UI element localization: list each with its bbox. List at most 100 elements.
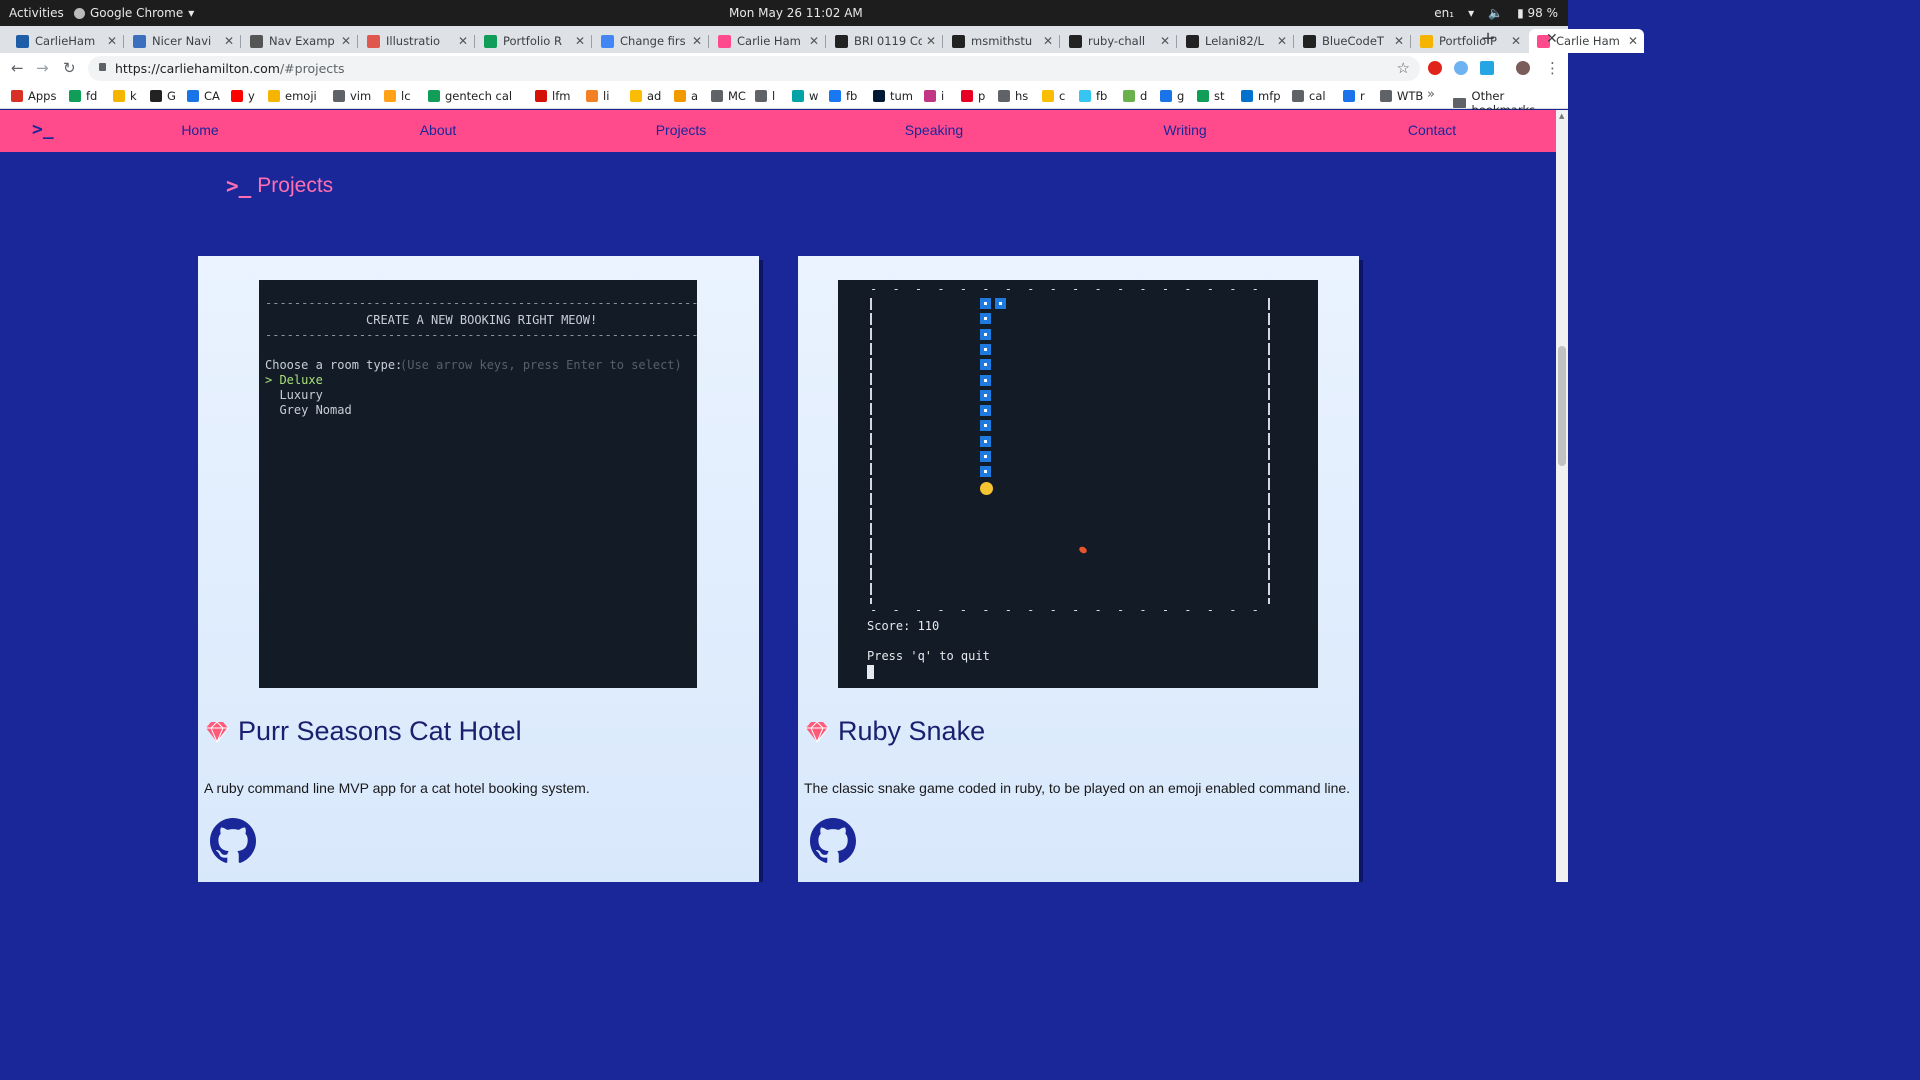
bookmark-item[interactable]: fb [829, 89, 857, 103]
browser-tab[interactable]: Lelani82/L ✕ [1178, 29, 1293, 53]
bookmark-item[interactable]: emoji [268, 89, 317, 103]
tab-close-icon[interactable]: ✕ [1160, 34, 1170, 48]
browser-tab[interactable]: ruby-chall ✕ [1061, 29, 1176, 53]
bookmark-item[interactable]: G [150, 89, 176, 103]
opera-extension-icon[interactable] [1428, 61, 1442, 75]
browser-tab[interactable]: Carlie Ham ✕ [710, 29, 825, 53]
bookmark-label: WTB [1397, 89, 1424, 103]
tab-close-icon[interactable]: ✕ [458, 34, 468, 48]
site-logo[interactable]: >_ [32, 119, 54, 140]
nav-home[interactable]: Home [181, 122, 218, 138]
bookmark-item[interactable]: li [586, 89, 609, 103]
bookmark-item[interactable]: w [792, 89, 818, 103]
bookmark-item[interactable]: r [1343, 89, 1365, 103]
tab-separator [1176, 35, 1177, 48]
profile-avatar[interactable] [1516, 61, 1530, 75]
bookmark-star-icon[interactable]: ☆ [1397, 59, 1410, 77]
bookmark-item[interactable]: k [113, 89, 137, 103]
tab-close-icon[interactable]: ✕ [926, 34, 936, 48]
tab-close-icon[interactable]: ✕ [809, 34, 819, 48]
browser-tab[interactable]: Nicer Navi ✕ [125, 29, 240, 53]
scrollbar-thumb[interactable] [1558, 346, 1566, 466]
activities-button[interactable]: Activities [9, 6, 64, 20]
nav-speaking[interactable]: Speaking [905, 122, 963, 138]
bookmark-favicon-icon [113, 90, 125, 102]
system-tray[interactable]: en₁ ▾ 🔈 ▮ 98 % [1434, 6, 1558, 20]
page-scrollbar[interactable]: ▲ [1556, 110, 1568, 882]
browser-tab[interactable]: Illustratio ✕ [359, 29, 474, 53]
bookmark-item[interactable]: lfm [535, 89, 570, 103]
bookmark-item[interactable]: MC [711, 89, 746, 103]
new-tab-button[interactable]: + [1478, 30, 1498, 50]
bookmark-item[interactable]: CA [187, 89, 220, 103]
bookmark-item[interactable]: st [1197, 89, 1225, 103]
browser-tab[interactable]: BlueCodeT ✕ [1295, 29, 1410, 53]
bookmark-favicon-icon [1343, 90, 1355, 102]
browser-tab[interactable]: BRI 0119 Co ✕ [827, 29, 942, 53]
bookmark-item[interactable]: l [755, 89, 775, 103]
bookmark-item[interactable]: fd [69, 89, 97, 103]
address-bar[interactable]: https://carliehamilton.com/#projects ☆ [88, 56, 1420, 81]
tab-close-icon[interactable]: ✕ [575, 34, 585, 48]
bookmark-item[interactable]: y [231, 89, 255, 103]
close-window-icon[interactable]: ✕ [1546, 31, 1558, 47]
bookmark-item[interactable]: vim [333, 89, 371, 103]
bookmark-item[interactable]: ad [630, 89, 661, 103]
clock[interactable]: Mon May 26 11:02 AM [729, 6, 863, 20]
tab-close-icon[interactable]: ✕ [1394, 34, 1404, 48]
scroll-up-icon[interactable]: ▲ [1559, 112, 1564, 120]
page-viewport: >_ Home About Projects Speaking Writing … [0, 110, 1556, 882]
bookmark-item[interactable]: a [674, 89, 698, 103]
bookmark-label: d [1140, 89, 1148, 103]
browser-tab[interactable]: Nav Examp ✕ [242, 29, 357, 53]
browser-tab[interactable]: CarlieHam ✕ [8, 29, 123, 53]
bookmark-item[interactable]: mfp [1241, 89, 1281, 103]
tab-favicon-icon [1420, 34, 1433, 48]
github-icon[interactable] [210, 818, 256, 864]
nav-about[interactable]: About [420, 122, 457, 138]
bookmark-item[interactable]: tum [873, 89, 913, 103]
nav-projects[interactable]: Projects [656, 122, 707, 138]
browser-tab[interactable]: Portfolio P ✕ [1412, 29, 1527, 53]
browser-tab[interactable]: msmithstu ✕ [944, 29, 1059, 53]
back-icon[interactable]: ← [11, 59, 24, 77]
url-text[interactable]: https://carliehamilton.com/#projects [115, 61, 345, 76]
tab-close-icon[interactable]: ✕ [341, 34, 351, 48]
github-icon[interactable] [810, 818, 856, 864]
more-menu-icon[interactable]: ⋮ [1545, 59, 1560, 77]
tab-close-icon[interactable]: ✕ [107, 34, 117, 48]
tab-close-icon[interactable]: ✕ [692, 34, 702, 48]
tab-separator [942, 35, 943, 48]
terminal-border: - - - - - - - - - - - - - - - - - - - - … [870, 603, 1274, 617]
browser-tab[interactable]: Change firs ✕ [593, 29, 708, 53]
bookmark-item[interactable]: WTB [1380, 89, 1423, 103]
nav-writing[interactable]: Writing [1163, 122, 1206, 138]
extension-icon[interactable] [1454, 61, 1468, 75]
tab-close-icon[interactable]: ✕ [1043, 34, 1053, 48]
forward-icon[interactable]: → [36, 59, 49, 77]
bookmark-item[interactable]: gentech cal [428, 89, 512, 103]
tab-close-icon[interactable]: ✕ [1628, 34, 1638, 48]
reload-icon[interactable]: ↻ [63, 59, 76, 77]
bookmark-item[interactable]: hs [998, 89, 1028, 103]
bookmark-item[interactable]: c [1042, 89, 1065, 103]
bookmark-item[interactable]: i [924, 89, 944, 103]
tab-close-icon[interactable]: ✕ [1277, 34, 1287, 48]
bookmark-item[interactable]: Apps [11, 89, 56, 103]
tab-close-icon[interactable]: ✕ [1511, 34, 1521, 48]
bookmark-item[interactable]: fb [1079, 89, 1107, 103]
bookmark-item[interactable]: p [961, 89, 985, 103]
browser-tab[interactable]: Portfolio R ✕ [476, 29, 591, 53]
bookmarks-overflow-button[interactable]: » [1427, 87, 1435, 102]
nav-contact[interactable]: Contact [1408, 122, 1456, 138]
bookmark-item[interactable]: cal [1292, 89, 1326, 103]
bookmark-item[interactable]: lc [384, 89, 411, 103]
tab-close-icon[interactable]: ✕ [224, 34, 234, 48]
app-menu[interactable]: Google Chrome ▾ [74, 6, 194, 20]
bookmark-item[interactable]: g [1160, 89, 1184, 103]
language-indicator[interactable]: en₁ [1434, 6, 1454, 20]
bookmark-favicon-icon [961, 90, 973, 102]
snake-segment [995, 298, 1006, 309]
filter-extension-icon[interactable] [1480, 61, 1494, 75]
bookmark-item[interactable]: d [1123, 89, 1147, 103]
